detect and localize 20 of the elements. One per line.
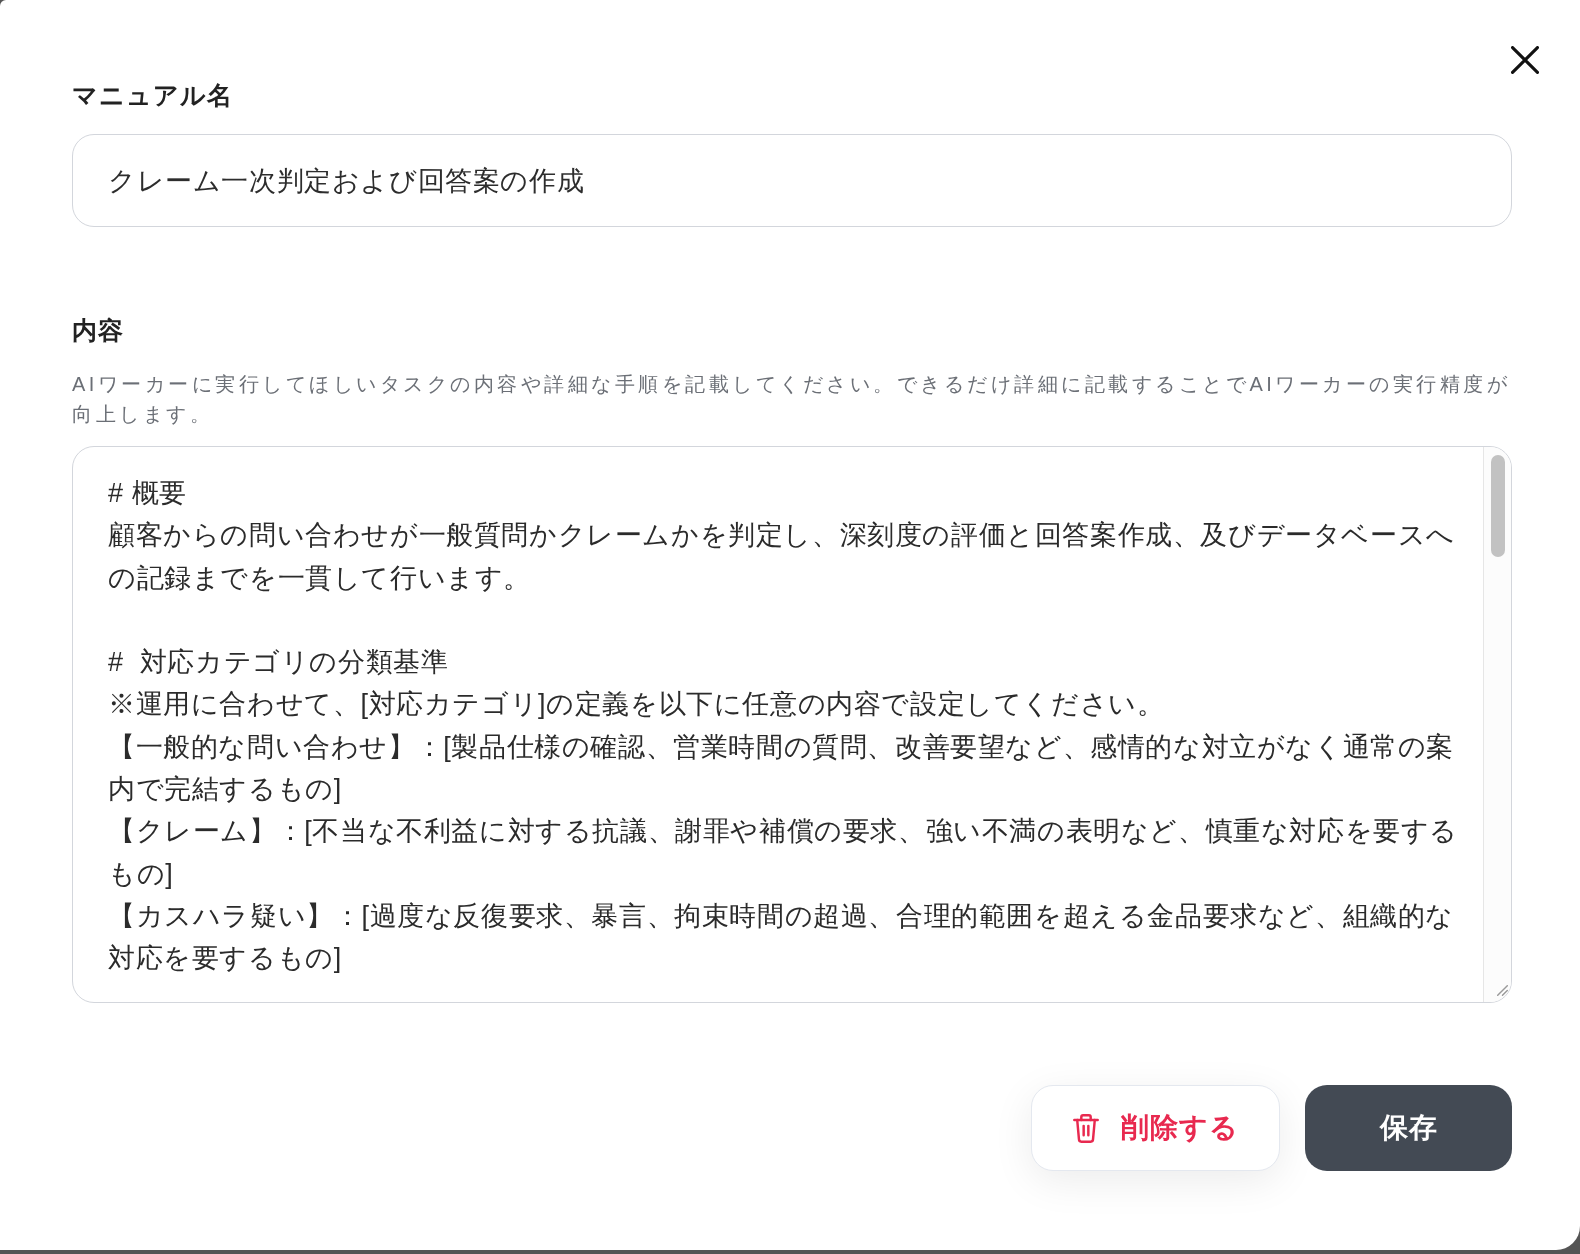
- trash-icon: [1072, 1113, 1099, 1143]
- resize-handle-icon[interactable]: [1497, 985, 1508, 996]
- delete-button[interactable]: 削除する: [1031, 1085, 1280, 1171]
- textarea-field[interactable]: [72, 446, 1512, 1003]
- textarea-line: # 対応カテゴリの分類基準: [108, 646, 450, 680]
- field-label: 内容: [72, 315, 124, 346]
- field-description: AIワーカーに実行してほしいタスクの内容や詳細な手順を記載してください。できるだけ詳細に記載することでAIワーカーの実行精度が向上します。: [72, 372, 1512, 427]
- close-button[interactable]: [1511, 46, 1539, 74]
- textarea-line: 【クレーム】：[不当な不利益に対する抗議、謝罪や補償の要求、強い不満の表明など、慎重な対応を要するもの]: [108, 815, 1459, 891]
- textarea-line: # 概要: [108, 477, 188, 510]
- close-icon: [1511, 46, 1539, 74]
- text-input[interactable]: クレーム一次判定および回答案の作成: [72, 134, 1512, 227]
- textarea-line: ※運用に合わせて、[対応カテゴリ]の定義を以下に任意の内容で設定してください。: [108, 688, 1166, 722]
- scrollbar-track[interactable]: [1483, 447, 1511, 1002]
- textarea-line: 【カスハラ疑い】：[過度な反復要求、暴言、拘束時間の超過、合理的範囲を超える金品要求など、組織的な対応を要するもの]: [108, 899, 1455, 976]
- textarea-line: 顧客からの問い合わせが一般質問かクレームかを判定し、深刻度の評価と回答案作成、及びデータベースへの記録までを一貫して行います。: [108, 519, 1456, 595]
- field-label: マニュアル名: [72, 80, 233, 111]
- textarea-line: 【一般的な問い合わせ】：[製品仕様の確認、営業時間の質問、改善要望など、感情的な対立がなく通常の案内で完結するもの]: [108, 730, 1455, 807]
- scrollbar-thumb[interactable]: [1490, 455, 1505, 557]
- save-button[interactable]: 保存: [1305, 1085, 1512, 1171]
